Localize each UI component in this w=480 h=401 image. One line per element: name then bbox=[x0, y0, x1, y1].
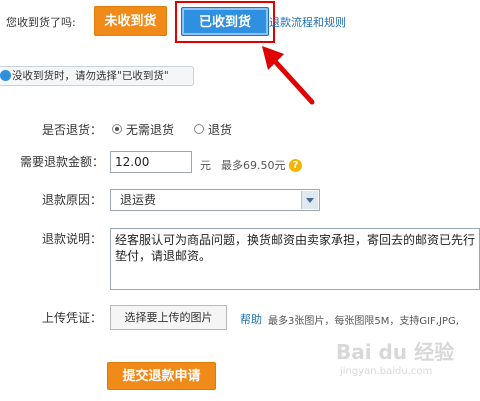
info-icon bbox=[0, 70, 11, 81]
reason-select-value: 退运费 bbox=[120, 193, 157, 207]
upload-hint: 最多3张图片，每张图限5M，支持GIF,JPG, bbox=[268, 316, 459, 327]
submit-refund-button[interactable]: 提交退款申请 bbox=[107, 362, 216, 390]
not-received-button[interactable]: 未收到货 bbox=[94, 6, 167, 36]
choose-image-button[interactable]: 选择要上传的图片 bbox=[110, 305, 227, 330]
description-label: 退款说明： bbox=[41, 232, 102, 246]
received-question-label: 您收到货了吗: bbox=[6, 16, 76, 29]
received-button[interactable]: 已收到货 bbox=[181, 7, 269, 36]
return-goods-label: 是否退货： bbox=[41, 123, 102, 137]
description-textarea[interactable]: 经客服认可为商品问题，换货邮资由卖家承担，寄回去的邮资已先行垫付，请退邮资。 bbox=[110, 228, 480, 290]
radio-no-return-label: 无需退货 bbox=[126, 123, 175, 137]
radio-no-return[interactable] bbox=[112, 124, 122, 134]
voucher-label: 上传凭证： bbox=[41, 311, 102, 325]
amount-input[interactable]: 12.00 bbox=[110, 151, 192, 173]
chevron-down-icon[interactable] bbox=[301, 191, 318, 209]
help-link[interactable]: 帮助 bbox=[240, 311, 262, 327]
red-arrow-icon bbox=[262, 46, 315, 105]
question-icon[interactable]: ? bbox=[289, 159, 302, 172]
reason-label: 退款原因： bbox=[41, 193, 102, 207]
amount-label: 需要退款金额： bbox=[19, 155, 104, 169]
radio-return-label: 退货 bbox=[208, 123, 233, 137]
watermark-url: jingyan.baidu.com bbox=[340, 366, 433, 377]
reason-select[interactable]: 退运费 bbox=[110, 189, 320, 211]
amount-unit: 元 bbox=[200, 159, 211, 172]
amount-max-hint: 最多69.50元 bbox=[221, 159, 286, 172]
refund-rules-link[interactable]: 退款流程和规则 bbox=[269, 14, 346, 30]
radio-return[interactable] bbox=[194, 124, 204, 134]
notice-tip: 没收到货时，请勿选择"已收到货" bbox=[0, 66, 194, 86]
watermark-logo: Bai du 经验 bbox=[336, 340, 455, 364]
